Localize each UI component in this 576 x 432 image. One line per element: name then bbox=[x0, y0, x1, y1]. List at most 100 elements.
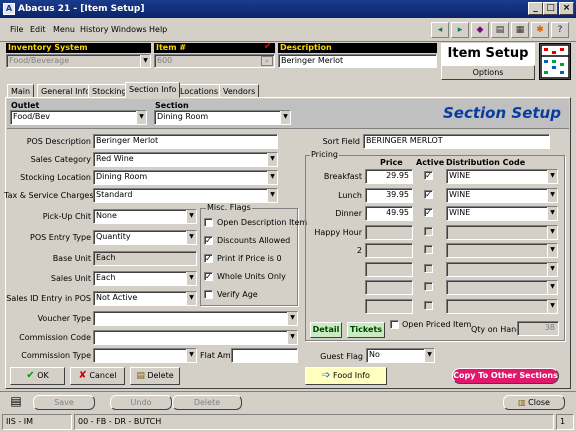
discounts-allowed-checkbox[interactable]: ✓ bbox=[204, 236, 213, 245]
active-checkbox[interactable]: ✓ bbox=[424, 208, 433, 217]
commission-code-select[interactable]: ▼ bbox=[93, 330, 298, 345]
pickup-chit-select[interactable]: None ▼ bbox=[93, 209, 197, 224]
outlet-select[interactable]: Food/Bev ▼ bbox=[10, 110, 147, 125]
chevron-down-icon[interactable]: ▼ bbox=[186, 349, 196, 362]
sort-field-input[interactable]: BERINGER MERLOT bbox=[363, 134, 550, 149]
price-field[interactable] bbox=[365, 298, 413, 314]
active-checkbox[interactable]: ✓ bbox=[424, 171, 433, 180]
item-number-field[interactable]: 600 ⌕ bbox=[154, 54, 275, 68]
section-select[interactable]: Dining Room ▼ bbox=[154, 110, 291, 125]
eraser-icon[interactable]: ◆ bbox=[471, 22, 489, 38]
menu-file[interactable]: File bbox=[10, 25, 23, 34]
open-priced-checkbox[interactable] bbox=[390, 320, 399, 329]
voucher-type-select[interactable]: ▼ bbox=[93, 311, 298, 326]
chevron-down-icon[interactable]: ▼ bbox=[136, 111, 146, 124]
distribution-code-select[interactable]: ▼ bbox=[446, 243, 558, 258]
food-info-button[interactable]: ➩ Food Info bbox=[305, 367, 387, 385]
menu-history[interactable]: History bbox=[80, 25, 108, 34]
open-description-checkbox[interactable] bbox=[204, 218, 213, 227]
active-checkbox[interactable]: ✓ bbox=[424, 189, 433, 199]
chevron-down-icon[interactable]: ▼ bbox=[547, 262, 557, 276]
chevron-down-icon[interactable]: ▼ bbox=[424, 349, 434, 362]
flat-amt-field[interactable] bbox=[231, 348, 298, 363]
print-if-zero-checkbox[interactable]: ✓ bbox=[204, 254, 213, 263]
price-field[interactable]: 39.95 bbox=[365, 187, 413, 203]
tickets-button[interactable]: Tickets bbox=[347, 322, 385, 338]
chevron-down-icon[interactable]: ▼ bbox=[267, 153, 277, 166]
distribution-code-select[interactable]: WINE ▼ bbox=[446, 187, 558, 203]
chevron-down-icon[interactable]: ▼ bbox=[547, 207, 557, 220]
active-checkbox[interactable] bbox=[424, 226, 433, 236]
price-field[interactable]: 49.95 bbox=[365, 206, 413, 221]
copy-to-other-sections-button[interactable]: Copy To Other Sections bbox=[452, 368, 559, 384]
tab-general-info[interactable]: General Info bbox=[37, 84, 95, 98]
arrow-left-icon[interactable]: ◂ bbox=[431, 22, 449, 38]
chevron-down-icon[interactable]: ▼ bbox=[186, 292, 196, 305]
active-checkbox[interactable] bbox=[424, 300, 433, 310]
chevron-down-icon[interactable]: ▼ bbox=[547, 188, 557, 202]
chevron-down-icon[interactable]: ▼ bbox=[547, 170, 557, 183]
undo-button[interactable]: Undo bbox=[110, 395, 172, 410]
distribution-code-select[interactable]: WINE ▼ bbox=[446, 206, 558, 221]
distribution-code-select[interactable]: ▼ bbox=[446, 261, 558, 277]
tax-service-select[interactable]: Standard ▼ bbox=[93, 188, 278, 203]
active-checkbox[interactable] bbox=[424, 282, 433, 291]
pos-entry-type-select[interactable]: Quantity ▼ bbox=[93, 230, 197, 245]
notes-icon[interactable]: ▤ bbox=[8, 394, 24, 410]
sales-unit-select[interactable]: Each ▼ bbox=[93, 271, 197, 286]
search-icon[interactable]: ⌕ bbox=[261, 56, 273, 66]
distribution-code-select[interactable]: ▼ bbox=[446, 280, 558, 295]
maximize-button[interactable]: □ bbox=[543, 2, 558, 15]
delete-button[interactable]: ▤ Delete bbox=[130, 367, 180, 385]
print-icon[interactable]: ▤ bbox=[491, 22, 509, 38]
chevron-down-icon[interactable]: ▼ bbox=[547, 299, 557, 313]
price-field[interactable] bbox=[365, 280, 413, 295]
distribution-code-select[interactable]: ▼ bbox=[446, 298, 558, 314]
chevron-down-icon[interactable]: ▼ bbox=[186, 231, 196, 244]
tab-main[interactable]: Main bbox=[7, 84, 35, 98]
sales-id-select[interactable]: Not Active ▼ bbox=[93, 291, 197, 306]
description-field[interactable]: Beringer Merlot bbox=[278, 54, 437, 68]
whole-units-checkbox[interactable]: ✓ bbox=[204, 272, 213, 281]
active-checkbox[interactable] bbox=[424, 263, 433, 273]
menu-menu[interactable]: Menu bbox=[53, 25, 75, 34]
chevron-down-icon[interactable]: ▼ bbox=[280, 111, 290, 124]
chevron-down-icon[interactable]: ▼ bbox=[287, 331, 297, 344]
stocking-location-select[interactable]: Dining Room ▼ bbox=[93, 170, 278, 185]
chevron-down-icon[interactable]: ▼ bbox=[186, 272, 196, 285]
guest-flag-select[interactable]: No ▼ bbox=[366, 348, 435, 363]
calculator-icon[interactable]: ▦ bbox=[511, 22, 529, 38]
tab-vendors[interactable]: Vendors bbox=[219, 84, 260, 98]
cancel-button[interactable]: ✘ Cancel bbox=[70, 367, 125, 385]
chevron-down-icon[interactable]: ▼ bbox=[186, 210, 196, 223]
price-field[interactable] bbox=[365, 243, 413, 258]
chevron-down-icon[interactable]: ▼ bbox=[287, 312, 297, 325]
pos-description-field[interactable]: Beringer Merlot bbox=[93, 134, 278, 149]
minimize-button[interactable]: _ bbox=[528, 2, 543, 15]
arrow-right-icon[interactable]: ▸ bbox=[451, 22, 469, 38]
save-button[interactable]: Save bbox=[33, 395, 95, 410]
chevron-down-icon[interactable]: ▼ bbox=[267, 189, 277, 202]
commission-type-select[interactable]: ▼ bbox=[93, 348, 197, 363]
distribution-code-select[interactable]: ▼ bbox=[446, 224, 558, 240]
tab-locations[interactable]: Locations bbox=[176, 84, 223, 98]
chevron-down-icon[interactable]: ▼ bbox=[267, 171, 277, 184]
active-checkbox[interactable] bbox=[424, 245, 433, 254]
menu-help[interactable]: Help bbox=[149, 25, 167, 34]
close-window-button[interactable]: × bbox=[559, 2, 574, 15]
tab-section-info[interactable]: Section Info bbox=[125, 82, 181, 98]
ok-button[interactable]: ✔ OK bbox=[10, 367, 65, 385]
price-field[interactable] bbox=[365, 224, 413, 240]
runner-icon[interactable]: ✱ bbox=[531, 22, 549, 38]
menu-windows[interactable]: Windows bbox=[111, 25, 147, 34]
chevron-down-icon[interactable]: ▼ bbox=[547, 244, 557, 257]
price-field[interactable]: 29.95 bbox=[365, 169, 413, 184]
price-field[interactable] bbox=[365, 261, 413, 277]
chevron-down-icon[interactable]: ▼ bbox=[140, 55, 150, 67]
delete-record-button[interactable]: Delete bbox=[172, 395, 242, 410]
inventory-system-select[interactable]: Food/Beverage ▼ bbox=[6, 54, 151, 68]
menu-edit[interactable]: Edit bbox=[30, 25, 46, 34]
verify-age-checkbox[interactable] bbox=[204, 290, 213, 299]
distribution-code-select[interactable]: WINE ▼ bbox=[446, 169, 558, 184]
chevron-down-icon[interactable]: ▼ bbox=[547, 225, 557, 239]
